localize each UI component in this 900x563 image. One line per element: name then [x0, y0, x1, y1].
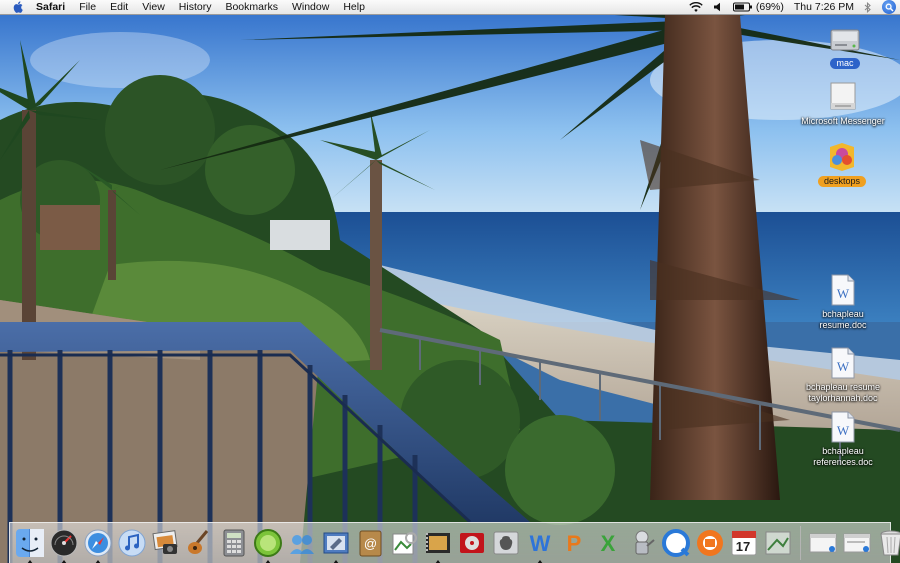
desktop-icon-desktops[interactable]: desktops [787, 140, 897, 187]
dock: @ W P X 17 [9, 522, 900, 563]
menu-bookmarks[interactable]: Bookmarks [225, 0, 278, 15]
grab-icon [765, 531, 791, 555]
desktop-icon-microsoft-messenger[interactable]: Microsoft Messenger [788, 80, 898, 127]
svg-text:P: P [567, 531, 582, 556]
dvd-player-icon [460, 533, 484, 553]
ichat-icon [290, 535, 314, 554]
dock-itunes[interactable] [116, 527, 148, 559]
desktop-icon-label: Microsoft Messenger [801, 116, 885, 126]
apple-menu-icon[interactable] [13, 1, 24, 13]
dock-system-preferences[interactable] [490, 527, 522, 559]
desktop-icon-bchapleau-resume[interactable]: W bchapleau resume.doc [788, 273, 898, 331]
desktop-icon-label: bchapleau references.doc [813, 446, 873, 467]
dock-microsoft-powerpoint[interactable]: P [558, 527, 590, 559]
microsoft-excel-icon: X [601, 531, 616, 556]
battery-icon [732, 2, 752, 12]
dock-grab[interactable] [762, 527, 794, 559]
svg-text:W: W [837, 286, 850, 301]
dock-address-book[interactable]: @ [354, 527, 386, 559]
dock-dashboard[interactable] [48, 527, 80, 563]
menu-file[interactable]: File [79, 0, 96, 15]
bluetooth-icon[interactable] [864, 1, 872, 13]
window-thumbnail-icon [843, 533, 871, 553]
garageband-icon [188, 530, 209, 554]
window-thumbnail-icon [809, 533, 837, 553]
menu-bar: Safari File Edit View History Bookmarks … [0, 0, 900, 15]
dock-minimized-window[interactable] [807, 527, 839, 559]
svg-text:W: W [837, 423, 850, 438]
disk-image-icon [826, 80, 860, 114]
dashboard-icon [50, 529, 78, 557]
desktop-icon-mac[interactable]: mac [790, 22, 900, 69]
word-document-icon: W [826, 410, 860, 444]
dock-limewire[interactable] [252, 527, 284, 563]
wifi-icon[interactable] [689, 1, 703, 13]
volume-icon[interactable] [713, 2, 723, 12]
menu-app-name[interactable]: Safari [36, 0, 65, 15]
dock-imovie[interactable] [422, 527, 454, 563]
dock-safari[interactable] [82, 527, 114, 563]
svg-text:X: X [601, 531, 616, 556]
desktop-wallpaper [0, 0, 900, 563]
dock-microsoft-word[interactable]: W [524, 527, 556, 563]
dock-ichat[interactable] [286, 527, 318, 559]
dock-finder[interactable] [14, 527, 46, 563]
limewire-icon [254, 529, 282, 557]
word-document-icon: W [826, 273, 860, 307]
menu-history[interactable]: History [179, 0, 212, 15]
address-book-icon: @ [359, 530, 382, 557]
desktop-icon-label: desktops [817, 176, 867, 187]
dock-preview[interactable] [388, 527, 420, 559]
dock-automator[interactable] [626, 527, 658, 559]
iphoto-icon [152, 530, 178, 554]
folder-icon [825, 140, 859, 174]
safari-icon [84, 529, 112, 557]
dock-ical[interactable]: 17 [728, 527, 760, 559]
dock-dvd-player[interactable] [456, 527, 488, 559]
quicktime-player-icon [662, 529, 690, 557]
dock-separator [800, 526, 801, 560]
dock-microsoft-excel[interactable]: X [592, 527, 624, 559]
timbuktu-icon [697, 530, 723, 556]
automator-icon [635, 530, 655, 555]
preview-icon [392, 532, 417, 555]
imovie-icon [426, 533, 450, 553]
dock-timbuktu[interactable] [694, 527, 726, 559]
desktop-icon-label: bchapleau resume taylorhannah.doc [805, 382, 881, 403]
word-document-icon: W [826, 346, 860, 380]
menu-window[interactable]: Window [292, 0, 329, 15]
itunes-icon [118, 529, 146, 557]
dock-mail[interactable] [320, 527, 352, 563]
dock-minimized-window[interactable] [841, 527, 873, 559]
desktop-icon-bchapleau-resume-taylorhannah[interactable]: W bchapleau resume taylorhannah.doc [788, 346, 898, 404]
calculator-icon [223, 529, 245, 557]
trash-icon [880, 530, 900, 556]
dock-quicktime-player[interactable] [660, 527, 692, 559]
desktop-icon-label: bchapleau resume.doc [819, 309, 867, 330]
spotlight-search-icon[interactable] [882, 0, 896, 14]
mail-icon [323, 532, 349, 554]
desktop-icon-label: mac [830, 58, 860, 69]
system-preferences-icon [493, 531, 519, 555]
menu-help[interactable]: Help [343, 0, 365, 15]
microsoft-word-icon: W [530, 531, 551, 556]
finder-icon [16, 529, 44, 557]
menu-edit[interactable]: Edit [110, 0, 128, 15]
clock[interactable]: Thu 7:26 PM [794, 1, 854, 13]
menu-view[interactable]: View [142, 0, 165, 15]
svg-text:W: W [837, 359, 850, 374]
battery-status[interactable]: (69%) [732, 1, 784, 13]
desktop-icon-bchapleau-references[interactable]: W bchapleau references.doc [788, 410, 898, 468]
dock-iphoto[interactable] [150, 527, 182, 559]
svg-text:@: @ [364, 536, 377, 551]
dock-trash[interactable] [875, 527, 900, 559]
dock-calculator[interactable] [218, 527, 250, 559]
ical-date: 17 [735, 539, 751, 554]
dock-garageband[interactable] [184, 527, 216, 559]
battery-percent: (69%) [755, 1, 784, 13]
hard-drive-icon [828, 22, 862, 56]
svg-text:W: W [530, 531, 551, 556]
microsoft-powerpoint-icon: P [567, 531, 582, 556]
